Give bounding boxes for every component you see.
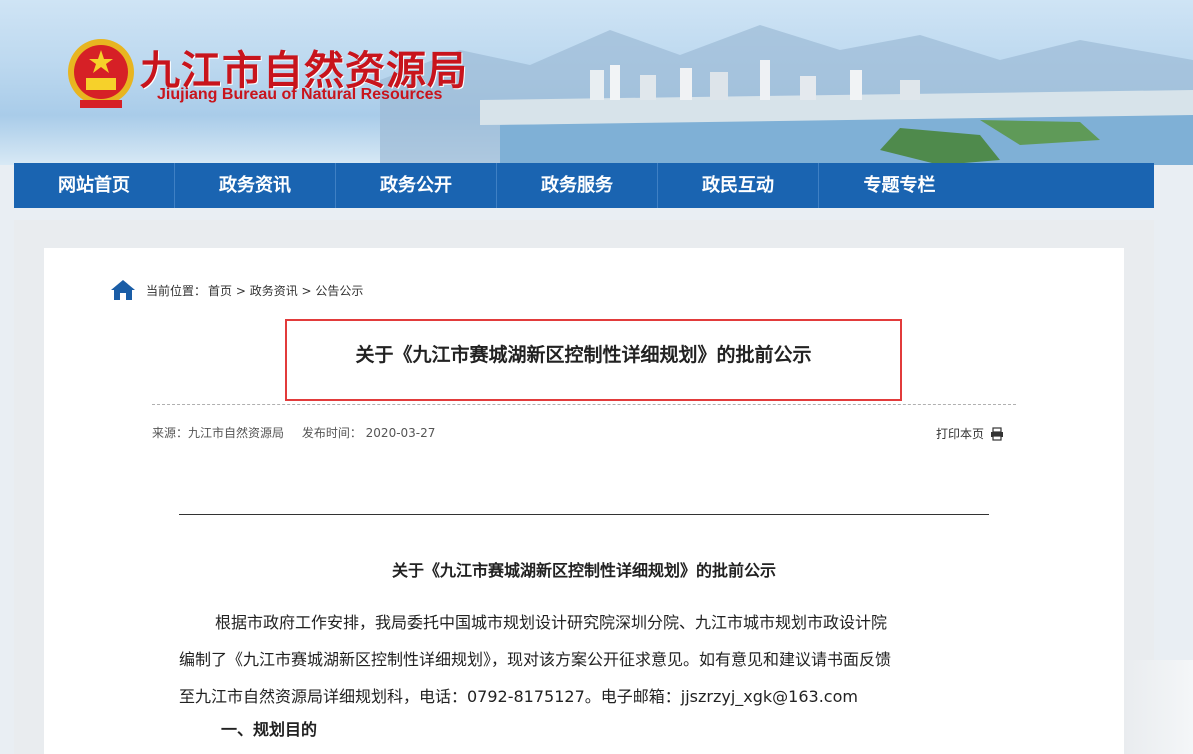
printer-icon[interactable]	[990, 426, 1004, 441]
breadcrumb-path[interactable]: 首页 > 政务资讯 > 公告公示	[208, 282, 363, 299]
content-divider	[179, 514, 989, 515]
site-subtitle: Jiujiang Bureau of Natural Resources	[157, 86, 443, 103]
paragraph-line: 根据市政府工作安排，我局委托中国城市规划设计研究院深圳分院、九江市城市规划市政设…	[215, 613, 888, 632]
print-label[interactable]: 打印本页	[936, 425, 984, 442]
nav-item-topics[interactable]: 专题专栏	[819, 163, 980, 208]
home-icon[interactable]	[110, 279, 136, 301]
city-landscape-image	[380, 25, 1193, 165]
article-paragraph: 根据市政府工作安排，我局委托中国城市规划设计研究院深圳分院、九江市城市规划市政设…	[179, 604, 909, 715]
dotted-divider	[152, 404, 1016, 405]
paragraph-line: 至九江市自然资源局详细规划科，电话：0792-8175127。电子邮箱：jjsz…	[179, 687, 858, 706]
breadcrumb: 当前位置： 首页 > 政务资讯 > 公告公示	[110, 279, 363, 301]
nav-item-interaction[interactable]: 政民互动	[658, 163, 819, 208]
nav-item-services[interactable]: 政务服务	[497, 163, 658, 208]
article-title: 关于《九江市赛城湖新区控制性详细规划》的批前公示	[355, 344, 812, 366]
document-title: 关于《九江市赛城湖新区控制性详细规划》的批前公示	[391, 561, 776, 580]
article-publish-time: 发布时间： 2020-03-27	[301, 426, 436, 440]
header-banner: 九江市自然资源局 Jiujiang Bureau of Natural Reso…	[0, 0, 1193, 165]
article-source: 来源：九江市自然资源局	[152, 426, 285, 440]
article-meta: 来源：九江市自然资源局 发布时间： 2020-03-27	[152, 424, 449, 441]
nav-item-disclosure[interactable]: 政务公开	[336, 163, 497, 208]
paragraph-line: 编制了《九江市赛城湖新区控制性详细规划》，现对该方案公开征求意见。如有意见和建议…	[179, 650, 892, 669]
main-nav: 网站首页 政务资讯 政务公开 政务服务 政民互动 专题专栏	[14, 163, 1154, 208]
nav-item-news[interactable]: 政务资讯	[175, 163, 336, 208]
print-button[interactable]: 打印本页	[936, 425, 1004, 442]
breadcrumb-prefix: 当前位置：	[146, 283, 207, 298]
national-emblem-icon	[68, 39, 134, 108]
nav-item-home[interactable]: 网站首页	[14, 163, 175, 208]
watermark-edge	[1124, 660, 1193, 754]
section-heading: 一、规划目的	[221, 720, 318, 739]
